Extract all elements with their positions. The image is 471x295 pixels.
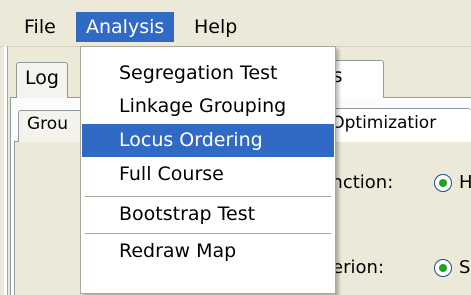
menu-help[interactable]: Help — [184, 12, 247, 42]
menu-separator — [85, 233, 331, 234]
menu-analysis[interactable]: Analysis — [76, 12, 175, 42]
menu-bar: File Analysis Help — [0, 0, 471, 47]
analysis-dropdown-menu: Segregation Test Linkage Grouping Locus … — [80, 46, 336, 294]
menu-item-full-course[interactable]: Full Course — [82, 158, 334, 191]
function-radio-label: H — [459, 172, 471, 193]
menu-file[interactable]: File — [14, 12, 66, 42]
menu-item-segregation-test[interactable]: Segregation Test — [82, 57, 334, 90]
tab-groups[interactable]: Grou — [18, 110, 88, 142]
menu-item-locus-ordering[interactable]: Locus Ordering — [82, 124, 334, 157]
window-frame-left — [4, 46, 8, 295]
criterion-radio-label: S — [459, 257, 471, 278]
menu-item-redraw-map[interactable]: Redraw Map — [82, 235, 334, 268]
menu-item-bootstrap-test[interactable]: Bootstrap Test — [82, 198, 334, 231]
function-radio[interactable] — [434, 174, 452, 192]
tab-log[interactable]: Log — [16, 62, 68, 98]
criterion-radio[interactable] — [434, 259, 452, 277]
menu-separator — [85, 196, 331, 197]
menu-item-linkage-grouping[interactable]: Linkage Grouping — [82, 90, 334, 123]
